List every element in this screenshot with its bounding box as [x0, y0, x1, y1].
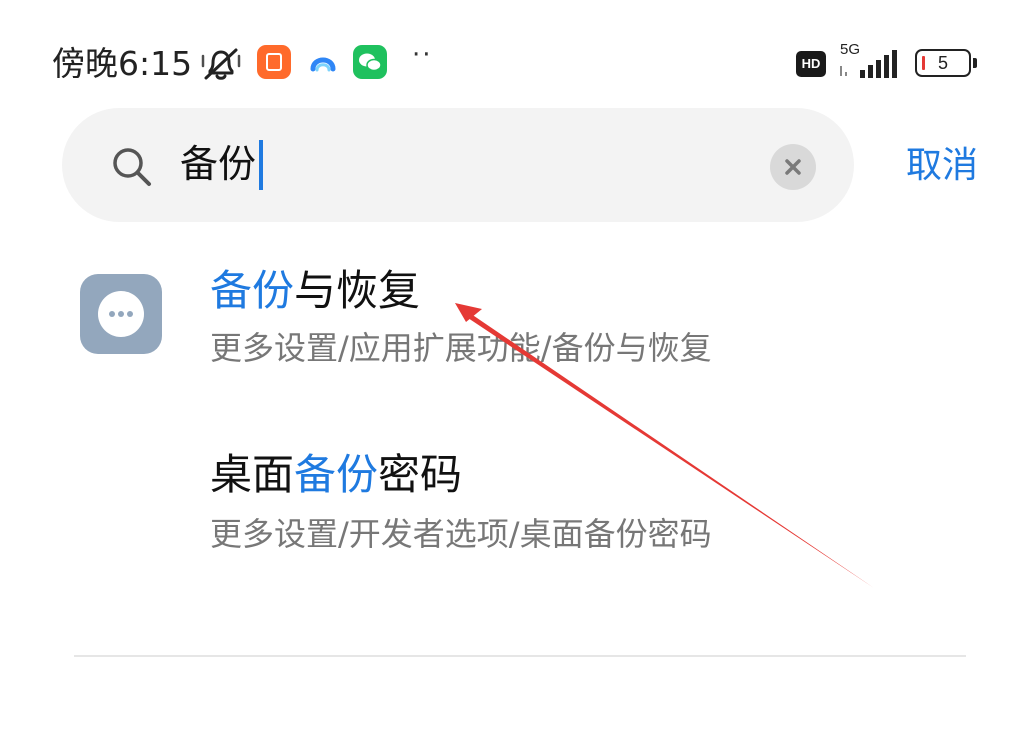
arrow-shaft — [455, 303, 874, 588]
annotation-arrow — [455, 303, 874, 588]
